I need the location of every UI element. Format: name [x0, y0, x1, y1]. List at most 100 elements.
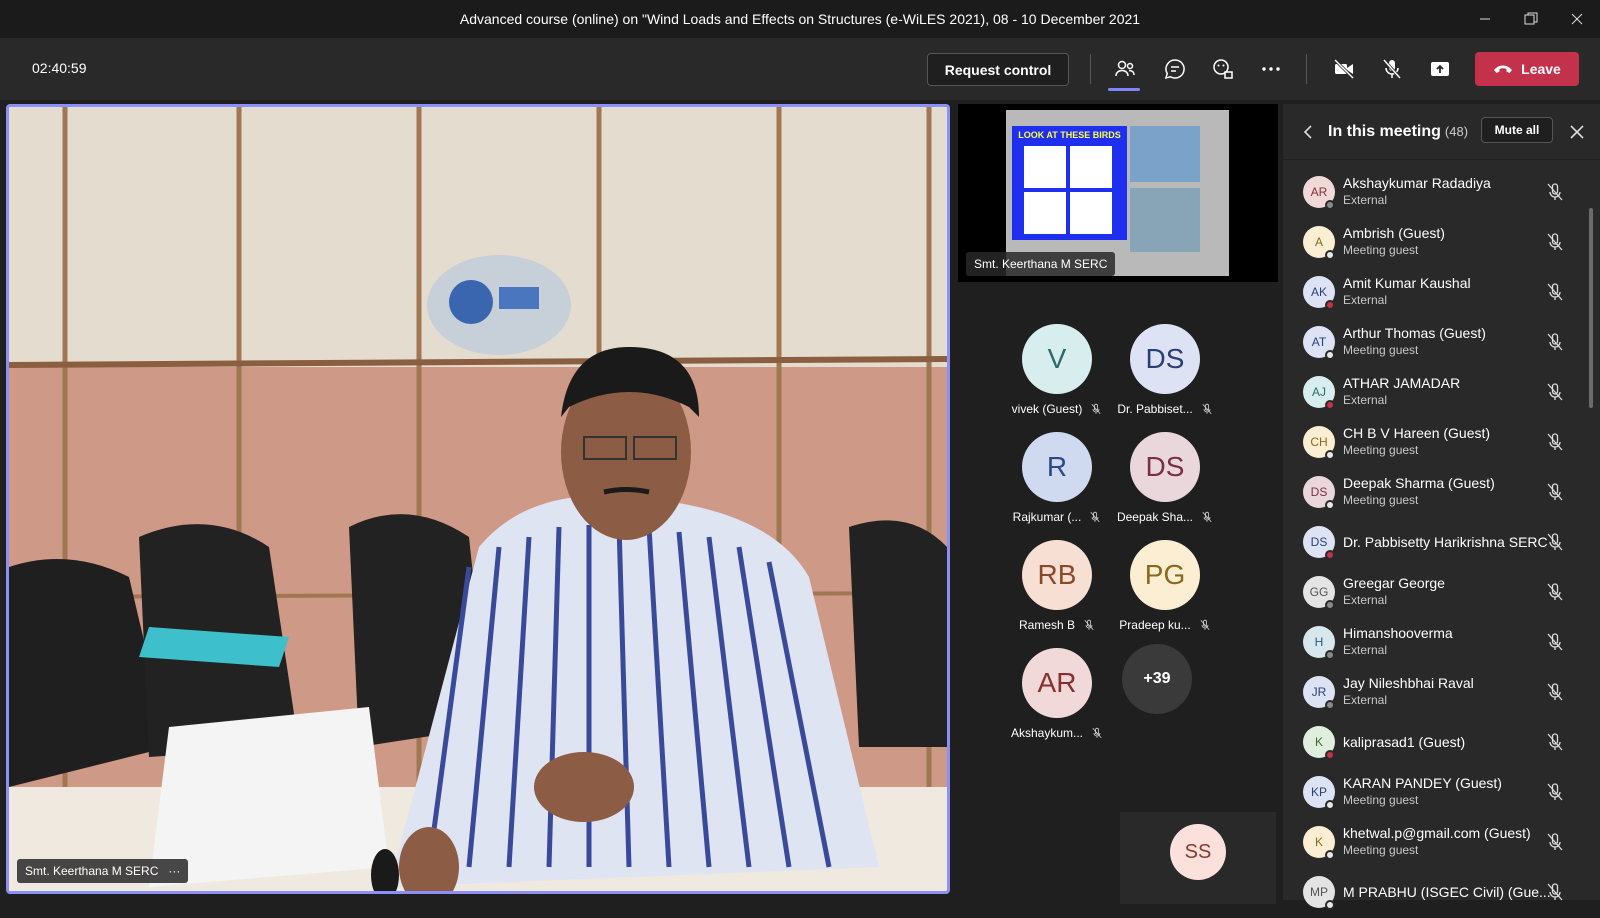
presence-status-icon — [1325, 450, 1335, 460]
participant-name: Greegar George — [1343, 575, 1445, 591]
participant-name: KARAN PANDEY (Guest) — [1343, 775, 1502, 791]
participant-tile[interactable]: PG Pradeep ku... — [1110, 540, 1220, 650]
participant-row[interactable]: MP M PRABHU (ISGEC Civil) (Gue... — [1283, 868, 1583, 918]
mic-off-icon[interactable] — [1545, 532, 1565, 552]
participant-row[interactable]: H Himanshooverma External — [1283, 618, 1583, 668]
reactions-icon[interactable] — [1208, 54, 1238, 84]
presence-status-icon — [1325, 600, 1335, 610]
participant-list: AR Akshaykumar Radadiya External A Ambrish (… — [1283, 168, 1583, 918]
bird-photo — [1130, 188, 1200, 252]
mic-off-icon — [1201, 403, 1213, 415]
participant-row[interactable]: DS Deepak Sharma (Guest) Meeting guest — [1283, 468, 1583, 518]
participant-tile[interactable]: DS Dr. Pabbiset... — [1110, 324, 1220, 434]
participant-row[interactable]: Kkhetwal.p@gmail.com (Guest) Meeting gues… — [1283, 818, 1583, 868]
gallery-panel: LOOK AT THESE BIRDS Smt. Keerthana M SER… — [958, 104, 1278, 904]
chevron-left-icon[interactable] — [1299, 122, 1319, 142]
main-video-tile[interactable]: Smt. Keerthana M SERC ··· — [6, 104, 950, 894]
participant-row[interactable]: AT Arthur Thomas (Guest) Meeting guest — [1283, 318, 1583, 368]
more-participants-tile[interactable]: +39 — [1102, 644, 1212, 754]
participant-name: Akshaykumar Radadiya — [1343, 175, 1491, 191]
participant-tile[interactable]: R Rajkumar (... — [1002, 432, 1112, 542]
participant-row[interactable]: KP KARAN PANDEY (Guest) Meeting guest — [1283, 768, 1583, 818]
participant-name: Jay Nileshbhai Raval — [1343, 675, 1474, 691]
participant-name: vivek (Guest) — [1011, 402, 1083, 416]
participant-name-row: Pradeep ku... — [1110, 618, 1220, 632]
participant-row[interactable]: DS Dr. Pabbisetty Harikrishna SERC — [1283, 518, 1583, 568]
active-tab-indicator — [1108, 88, 1140, 91]
restore-icon[interactable] — [1508, 0, 1554, 38]
more-icon[interactable] — [1256, 54, 1286, 84]
participant-name-row: Dr. Pabbiset... — [1110, 402, 1220, 416]
mic-off-icon — [1201, 511, 1213, 523]
mic-off-icon[interactable] — [1545, 482, 1565, 502]
panel-title: In this meeting (48) — [1328, 123, 1468, 141]
mic-off-icon — [1199, 619, 1211, 631]
participant-tile[interactable]: Vvivek (Guest) — [1002, 324, 1112, 434]
people-icon[interactable] — [1110, 54, 1140, 84]
participant-row[interactable]: CH CH B V Hareen (Guest) Meeting guest — [1283, 418, 1583, 468]
avatar: PG — [1130, 540, 1200, 610]
mic-off-icon[interactable] — [1545, 632, 1565, 652]
mic-off-icon[interactable] — [1545, 732, 1565, 752]
mic-off-icon[interactable] — [1545, 232, 1565, 252]
leave-label: Leave — [1521, 61, 1561, 77]
screen-share-tile[interactable]: LOOK AT THESE BIRDS Smt. Keerthana M SER… — [958, 104, 1278, 282]
window-controls — [1462, 0, 1600, 38]
participant-row[interactable]: JR Jay Nileshbhai Raval External — [1283, 668, 1583, 718]
mic-off-icon[interactable] — [1545, 832, 1565, 852]
participant-role: Meeting guest — [1343, 843, 1419, 857]
participant-role: External — [1343, 193, 1388, 207]
more-options-icon[interactable]: ··· — [168, 864, 180, 878]
speaker-name-label: Smt. Keerthana M SERC ··· — [17, 859, 189, 883]
participant-name: Deepak Sharma (Guest) — [1343, 475, 1495, 491]
participant-role: Meeting guest — [1343, 493, 1419, 507]
mic-off-icon[interactable] — [1545, 582, 1565, 602]
participant-tile[interactable]: RB Ramesh B — [1002, 540, 1112, 650]
meeting-timer: 02:40:59 — [32, 60, 87, 76]
participant-name: M PRABHU (ISGEC Civil) (Gue... — [1343, 884, 1551, 900]
panel-scrollbar[interactable] — [1589, 208, 1593, 408]
mic-off-icon[interactable] — [1545, 332, 1565, 352]
close-panel-icon[interactable] — [1567, 122, 1587, 142]
mic-off-icon[interactable] — [1545, 782, 1565, 802]
participant-tile[interactable]: SS — [1120, 812, 1276, 904]
avatar: RB — [1022, 540, 1092, 610]
mic-off-icon[interactable] — [1545, 882, 1565, 902]
mic-off-icon[interactable] — [1545, 432, 1565, 452]
participant-row[interactable]: GG Greegar George External — [1283, 568, 1583, 618]
request-control-button[interactable]: Request control — [927, 53, 1069, 86]
participant-tile[interactable]: DS Deepak Sha... — [1110, 432, 1220, 542]
participant-row[interactable]: AJ ATHAR JAMADAR External — [1283, 368, 1583, 418]
mic-off-icon[interactable] — [1377, 54, 1407, 84]
close-icon[interactable] — [1554, 0, 1600, 38]
camera-off-icon[interactable] — [1329, 54, 1359, 84]
participant-name: Himanshooverma — [1343, 625, 1453, 641]
mic-off-icon[interactable] — [1545, 382, 1565, 402]
presence-status-icon — [1325, 400, 1335, 410]
panel-header: In this meeting (48) Mute all — [1283, 104, 1600, 160]
participant-role: Meeting guest — [1343, 243, 1419, 257]
mic-off-icon[interactable] — [1545, 282, 1565, 302]
mic-off-icon[interactable] — [1545, 682, 1565, 702]
mic-off-icon — [1090, 403, 1102, 415]
participant-role: External — [1343, 593, 1388, 607]
mic-off-icon[interactable] — [1545, 182, 1565, 202]
leave-button[interactable]: Leave — [1475, 52, 1579, 86]
presence-status-icon — [1325, 800, 1335, 810]
avatar: SS — [1170, 824, 1226, 880]
participant-tile[interactable]: AR Akshaykum... — [1002, 648, 1112, 758]
divider — [1090, 54, 1091, 84]
participant-name: Dr. Pabbisetty Harikrishna SERC — [1343, 534, 1548, 550]
participant-row[interactable]: AR Akshaykumar Radadiya External — [1283, 168, 1583, 218]
chat-icon[interactable] — [1160, 54, 1190, 84]
participant-row[interactable]: A Ambrish (Guest) Meeting guest — [1283, 218, 1583, 268]
meeting-toolbar: 02:40:59 Request control Leave — [0, 38, 1600, 100]
minimize-icon[interactable] — [1462, 0, 1508, 38]
mute-all-button[interactable]: Mute all — [1481, 117, 1553, 143]
mic-off-icon — [1089, 511, 1101, 523]
participant-row[interactable]: AK Amit Kumar Kaushal External — [1283, 268, 1583, 318]
avatar: DS — [1130, 432, 1200, 502]
share-icon[interactable] — [1425, 54, 1455, 84]
avatar: R — [1022, 432, 1092, 502]
participant-row[interactable]: Kkaliprasad1 (Guest) — [1283, 718, 1583, 768]
